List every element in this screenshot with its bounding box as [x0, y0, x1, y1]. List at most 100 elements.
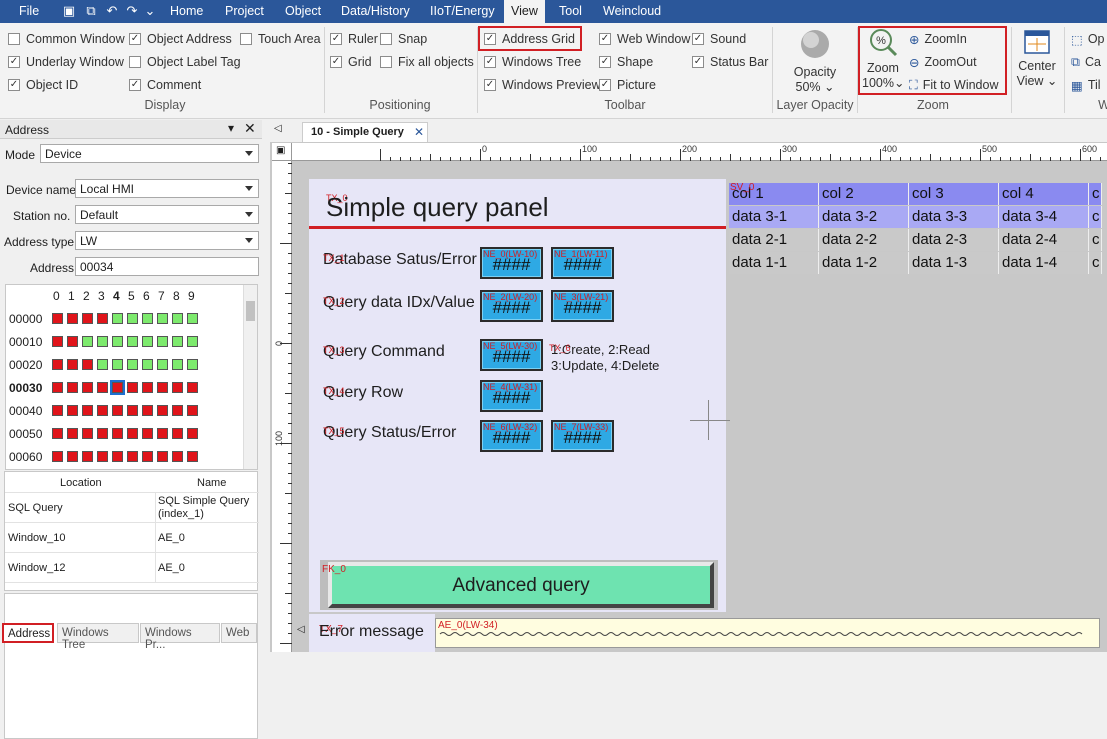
- grid-checkbox[interactable]: ✓ Grid: [330, 54, 372, 70]
- ruler-corner-icon[interactable]: ▣: [276, 145, 285, 156]
- address-cell[interactable]: [172, 382, 183, 393]
- menu-weincloud[interactable]: Weincloud: [603, 4, 661, 18]
- grid-scroll-thumb[interactable]: [246, 301, 255, 321]
- location-row-0-name[interactable]: SQL Simple Query (index_1): [158, 495, 256, 521]
- station-no-select[interactable]: Default: [75, 205, 259, 224]
- address-cell[interactable]: [157, 359, 168, 370]
- table-header-cell[interactable]: col 2: [819, 183, 909, 205]
- menu-view[interactable]: View: [504, 0, 545, 23]
- undo-icon[interactable]: ↶: [105, 4, 119, 18]
- address-cell[interactable]: [127, 451, 138, 462]
- menu-file[interactable]: File: [19, 4, 39, 18]
- tile-button[interactable]: ▦ Til: [1071, 77, 1101, 93]
- menu-iiot-energy[interactable]: IIoT/Energy: [430, 4, 495, 18]
- opacity-button[interactable]: Opacity 50% ⌄: [786, 27, 844, 97]
- table-cell[interactable]: data 1-1: [729, 252, 819, 274]
- address-cell[interactable]: [187, 359, 198, 370]
- address-cell[interactable]: [67, 451, 78, 462]
- scroll-left-icon[interactable]: ◁: [297, 622, 309, 640]
- table-header-cell[interactable]: col 4: [999, 183, 1089, 205]
- table-cell[interactable]: data 2-4: [999, 229, 1089, 251]
- address-cell[interactable]: [82, 382, 93, 393]
- address-cell[interactable]: [97, 313, 108, 324]
- table-cell[interactable]: data 2-3: [909, 229, 999, 251]
- object-label-tag-checkbox[interactable]: Object Label Tag: [129, 54, 241, 70]
- address-cell[interactable]: [52, 451, 63, 462]
- address-grid[interactable]: 0 1 2 3 4 5 6 7 8 9 00000 00010 00020 00030 00040 00050…: [5, 284, 258, 470]
- address-cell[interactable]: [52, 382, 63, 393]
- address-cell[interactable]: [82, 359, 93, 370]
- address-cell[interactable]: [67, 359, 78, 370]
- numeric-field[interactable]: #### NE_5(LW-30): [480, 339, 543, 371]
- row-label[interactable]: Query data IDx/Value: [323, 294, 475, 312]
- device-name-select[interactable]: Local HMI: [75, 179, 259, 198]
- address-cell[interactable]: [187, 336, 198, 347]
- address-cell[interactable]: [52, 359, 63, 370]
- underlay-window-checkbox[interactable]: ✓ Underlay Window: [8, 54, 124, 70]
- object-id-checkbox[interactable]: ✓ Object ID: [8, 77, 78, 93]
- windows-tree-checkbox[interactable]: ✓ Windows Tree: [484, 54, 581, 70]
- numeric-field[interactable]: #### NE_4(LW-31): [480, 380, 543, 412]
- address-cell[interactable]: [172, 405, 183, 416]
- common-window-checkbox[interactable]: Common Window: [8, 31, 125, 47]
- address-cell[interactable]: [52, 428, 63, 439]
- menu-home[interactable]: Home: [170, 4, 203, 18]
- panel-title[interactable]: Simple query panel: [326, 192, 549, 223]
- cascade-button[interactable]: ⧉ Ca: [1071, 54, 1101, 70]
- table-cell[interactable]: data 3-4: [999, 206, 1089, 228]
- address-cell[interactable]: [187, 382, 198, 393]
- address-cell[interactable]: [112, 405, 123, 416]
- address-cell[interactable]: [82, 313, 93, 324]
- tab-windows-tree[interactable]: Windows Tree: [57, 623, 139, 651]
- address-grid-checkbox[interactable]: ✓ Address Grid: [484, 31, 575, 47]
- address-cell[interactable]: [97, 336, 108, 347]
- address-cell[interactable]: [157, 405, 168, 416]
- numeric-field[interactable]: #### NE_0(LW-10): [480, 247, 543, 279]
- address-cell[interactable]: [82, 336, 93, 347]
- address-cell[interactable]: [127, 428, 138, 439]
- customize-quick-access-icon[interactable]: ⌄: [143, 4, 157, 18]
- panel-dropdown-icon[interactable]: ▾: [228, 121, 234, 135]
- address-cell[interactable]: [82, 451, 93, 462]
- location-row-1-name[interactable]: AE_0: [158, 532, 185, 544]
- table-cell[interactable]: data 1-3: [909, 252, 999, 274]
- address-cell[interactable]: [172, 428, 183, 439]
- address-cell[interactable]: [67, 336, 78, 347]
- touch-area-checkbox[interactable]: Touch Area: [240, 31, 321, 47]
- table-cell[interactable]: data 1-2: [819, 252, 909, 274]
- tab-10-simple-query[interactable]: 10 - Simple Query ✕: [302, 122, 428, 142]
- address-cell[interactable]: [127, 359, 138, 370]
- address-cell[interactable]: [112, 451, 123, 462]
- address-cell[interactable]: [97, 451, 108, 462]
- menu-data-history[interactable]: Data/History: [341, 4, 410, 18]
- mode-select[interactable]: Device: [40, 144, 259, 163]
- row-label[interactable]: Database Satus/Error: [323, 251, 477, 269]
- save-all-icon[interactable]: ⧉: [84, 4, 98, 18]
- fix-all-objects-checkbox[interactable]: Fix all objects: [380, 54, 474, 70]
- grid-scrollbar[interactable]: [243, 285, 257, 469]
- address-cell[interactable]: [97, 405, 108, 416]
- address-cell[interactable]: [97, 382, 108, 393]
- address-type-select[interactable]: LW: [75, 231, 259, 250]
- address-cell[interactable]: [67, 428, 78, 439]
- error-message-field[interactable]: AE_0(LW-34): [435, 618, 1100, 648]
- table-cell[interactable]: data 3-1: [729, 206, 819, 228]
- query-result-table[interactable]: col 1 col 2 col 3 col 4 c data 3-1 data 3-2 dat…: [727, 183, 1102, 275]
- redo-icon[interactable]: ↷: [125, 4, 139, 18]
- advanced-query-button[interactable]: Advanced query: [328, 562, 714, 608]
- tab-address[interactable]: Address: [2, 623, 54, 643]
- address-cell[interactable]: [142, 405, 153, 416]
- location-row-2-location[interactable]: Window_12: [8, 562, 65, 574]
- center-view-button[interactable]: Center View ⌄: [1014, 29, 1060, 97]
- address-cell[interactable]: [97, 428, 108, 439]
- numeric-field[interactable]: #### NE_2(LW-20): [480, 290, 543, 322]
- menu-object[interactable]: Object: [285, 4, 321, 18]
- address-cell[interactable]: [127, 336, 138, 347]
- address-cell[interactable]: [187, 405, 198, 416]
- address-cell[interactable]: [157, 428, 168, 439]
- numeric-field[interactable]: #### NE_3(LW-21): [551, 290, 614, 322]
- tab-scroll-left-icon[interactable]: ◁: [274, 123, 282, 134]
- address-cell[interactable]: [172, 451, 183, 462]
- table-cell[interactable]: c: [1089, 229, 1102, 251]
- address-cell[interactable]: [112, 313, 123, 324]
